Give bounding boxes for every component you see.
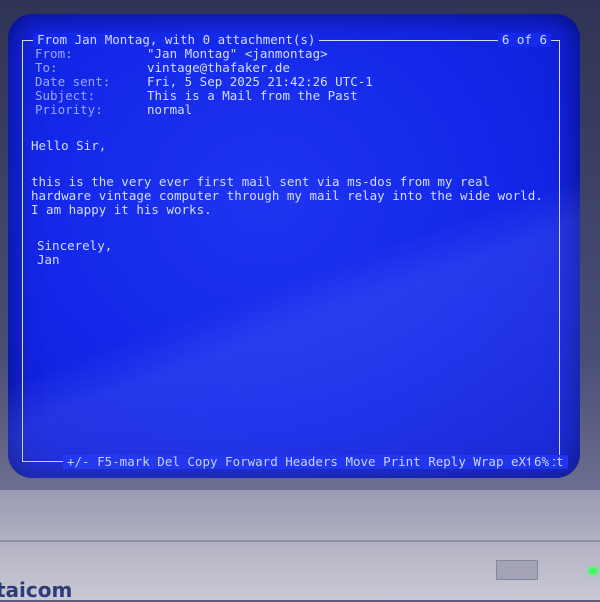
header-value-priority: normal [147,102,193,117]
drive-slot [496,560,538,580]
mail-viewer-window: From Jan Montag, with 0 attachment(s) 6 … [22,33,568,469]
window-title: From Jan Montag, with 0 attachment(s) [33,33,320,47]
header-value-subject: This is a Mail from the Past [147,88,358,103]
message-body-line: I am happy it his works. [31,202,212,217]
crt-screen: From Jan Montag, with 0 attachment(s) 6 … [8,14,580,478]
header-label-from: From: [35,46,73,61]
power-led-icon [589,568,597,574]
message-body-line: this is the very ever first mail sent vi… [31,174,491,189]
header-value-from: "Jan Montag" <janmontag> [147,46,328,61]
message-closing: Sincerely, [37,238,113,253]
header-label-priority: Priority: [35,102,103,117]
function-key-bar[interactable]: +/- F5-mark Del Copy Forward Headers Mov… [63,455,568,469]
brand-logo: taicom [0,578,73,602]
header-label-subject: Subject: [35,88,96,103]
message-position: 6 of 6 [497,33,551,47]
scroll-percent: 6% [529,455,553,469]
case-divider [0,540,600,542]
computer-case [0,490,600,600]
header-label-to: To: [35,60,58,75]
header-label-date: Date sent: [35,74,111,89]
header-value-date: Fri, 5 Sep 2025 21:42:26 UTC-1 [147,74,373,89]
header-value-to: vintage@thafaker.de [147,60,290,75]
message-body-line: hardware vintage computer through my mai… [31,188,543,203]
message-greeting: Hello Sir, [31,138,107,153]
message-signature: Jan [37,252,60,267]
